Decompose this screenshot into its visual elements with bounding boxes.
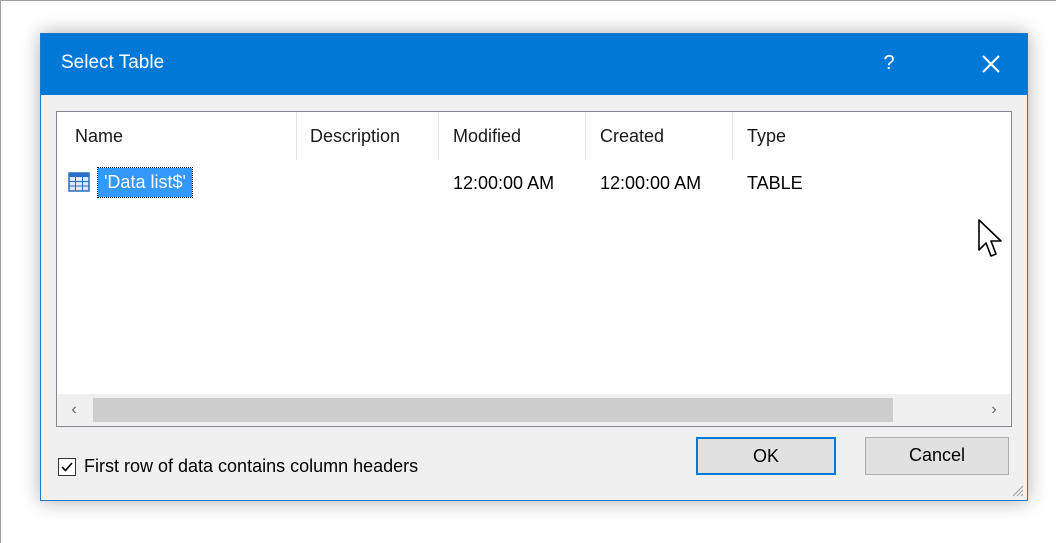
close-icon xyxy=(982,55,1000,73)
row-created-cell: 12:00:00 AM xyxy=(600,173,702,193)
row-name-cell[interactable]: 'Data list$' xyxy=(97,167,193,198)
help-button[interactable]: ? xyxy=(865,34,913,95)
column-separator[interactable] xyxy=(585,112,586,160)
close-button[interactable] xyxy=(961,34,1021,95)
column-separator[interactable] xyxy=(438,112,439,160)
column-header-modified[interactable]: Modified xyxy=(453,126,521,147)
column-header-name[interactable]: Name xyxy=(75,126,123,147)
column-header-created[interactable]: Created xyxy=(600,126,664,147)
column-header-description[interactable]: Description xyxy=(310,126,400,147)
horizontal-scrollbar[interactable]: ‹ › xyxy=(57,394,1011,426)
chevron-right-icon: › xyxy=(991,401,997,418)
row-modified-cell: 12:00:00 AM xyxy=(453,173,555,193)
scrollbar-thumb[interactable] xyxy=(93,398,893,422)
first-row-headers-checkbox[interactable] xyxy=(58,457,76,476)
first-row-headers-label: First row of data contains column header… xyxy=(84,456,419,476)
chevron-left-icon: ‹ xyxy=(71,401,77,418)
dialog-title: Select Table xyxy=(61,52,165,73)
row-type-cell: TABLE xyxy=(747,173,803,193)
dialog-titlebar[interactable]: Select Table ? xyxy=(41,34,1027,95)
checkmark-icon xyxy=(61,461,73,472)
first-row-headers-option[interactable]: First row of data contains column header… xyxy=(58,456,418,477)
mouse-pointer-icon xyxy=(978,219,1002,257)
column-separator[interactable] xyxy=(732,112,733,160)
select-table-dialog: Select Table ? Name Description Modified… xyxy=(40,33,1028,501)
cancel-button[interactable]: Cancel xyxy=(865,437,1009,475)
column-header-type[interactable]: Type xyxy=(747,126,786,147)
question-mark-icon: ? xyxy=(883,52,895,74)
scroll-left-button[interactable]: ‹ xyxy=(57,394,91,426)
ok-button[interactable]: OK xyxy=(696,437,836,475)
table-icon xyxy=(68,172,90,192)
scroll-right-button[interactable]: › xyxy=(977,394,1011,426)
column-separator[interactable] xyxy=(296,112,297,160)
resize-grip-icon[interactable] xyxy=(1010,483,1024,497)
table-list[interactable]: Name Description Modified Created Type '… xyxy=(56,111,1012,427)
